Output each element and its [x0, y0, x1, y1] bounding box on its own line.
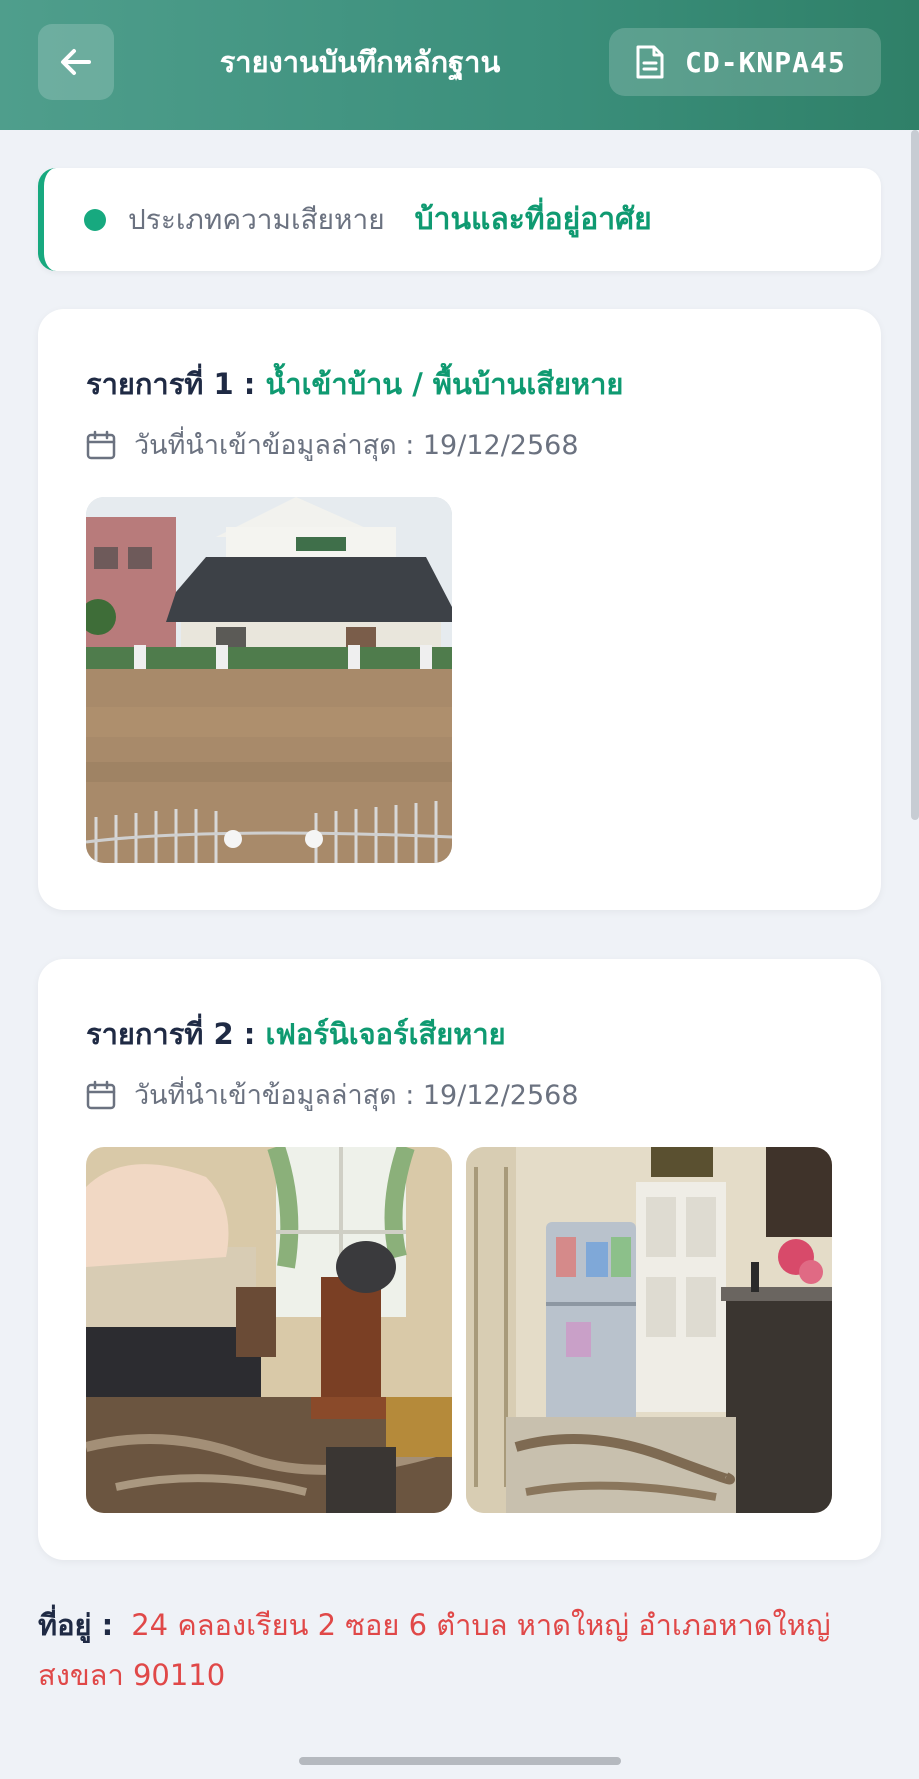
calendar-icon: [86, 430, 116, 459]
evidence-item-card: รายการที่ 2 : เฟอร์นิเจอร์เสียหาย วันที่…: [38, 959, 881, 1560]
evidence-photo-living-room[interactable]: [86, 1147, 452, 1513]
back-button[interactable]: [38, 24, 114, 100]
address: ที่อยู่ :24 คลองเรียน 2 ซอย 6 ตำบล หาดให…: [38, 1600, 888, 1700]
item-title: รายการที่ 1 : น้ำเข้าบ้าน / พื้นบ้านเสีย…: [86, 361, 623, 407]
evidence-item-card: รายการที่ 1 : น้ำเข้าบ้าน / พื้นบ้านเสีย…: [38, 309, 881, 910]
address-value: 24 คลองเรียน 2 ซอย 6 ตำบล หาดใหญ่ อำเภอห…: [38, 1608, 831, 1692]
item-date: วันที่นำเข้าข้อมูลล่าสุด : 19/12/2568: [86, 423, 579, 466]
item-date-text: วันที่นำเข้าข้อมูลล่าสุด : 19/12/2568: [134, 430, 579, 461]
item-prefix: รายการที่ 2 :: [86, 1017, 256, 1051]
status-dot: [84, 208, 106, 231]
item-name: น้ำเข้าบ้าน / พื้นบ้านเสียหาย: [265, 367, 624, 401]
damage-type-value: บ้านและที่อยู่อาศัย: [414, 202, 652, 237]
damage-type-card: ประเภทความเสียหาย บ้านและที่อยู่อาศัย: [38, 168, 881, 271]
arrow-left-icon: [61, 49, 91, 75]
address-label: ที่อยู่ :: [38, 1608, 114, 1642]
damage-type-label: ประเภทความเสียหาย: [128, 202, 385, 236]
home-indicator[interactable]: [299, 1757, 621, 1765]
case-code: CD-KNPA45: [685, 45, 846, 79]
item-prefix: รายการที่ 1 :: [86, 367, 256, 401]
page-title: รายงานบันทึกหลักฐาน: [219, 45, 501, 79]
evidence-photo-flooded-house[interactable]: [86, 497, 452, 863]
evidence-photo-kitchen[interactable]: [466, 1147, 832, 1513]
item-title: รายการที่ 2 : เฟอร์นิเจอร์เสียหาย: [86, 1011, 506, 1057]
item-date: วันที่นำเข้าข้อมูลล่าสุด : 19/12/2568: [86, 1073, 579, 1116]
case-code-chip[interactable]: CD-KNPA45: [609, 28, 881, 96]
document-icon: [636, 45, 664, 79]
item-date-text: วันที่นำเข้าข้อมูลล่าสุด : 19/12/2568: [134, 1080, 579, 1111]
calendar-icon: [86, 1080, 116, 1109]
scrollbar[interactable]: [911, 130, 919, 820]
item-name: เฟอร์นิเจอร์เสียหาย: [265, 1017, 506, 1051]
app-header: รายงานบันทึกหลักฐาน CD-KNPA45: [0, 0, 919, 130]
